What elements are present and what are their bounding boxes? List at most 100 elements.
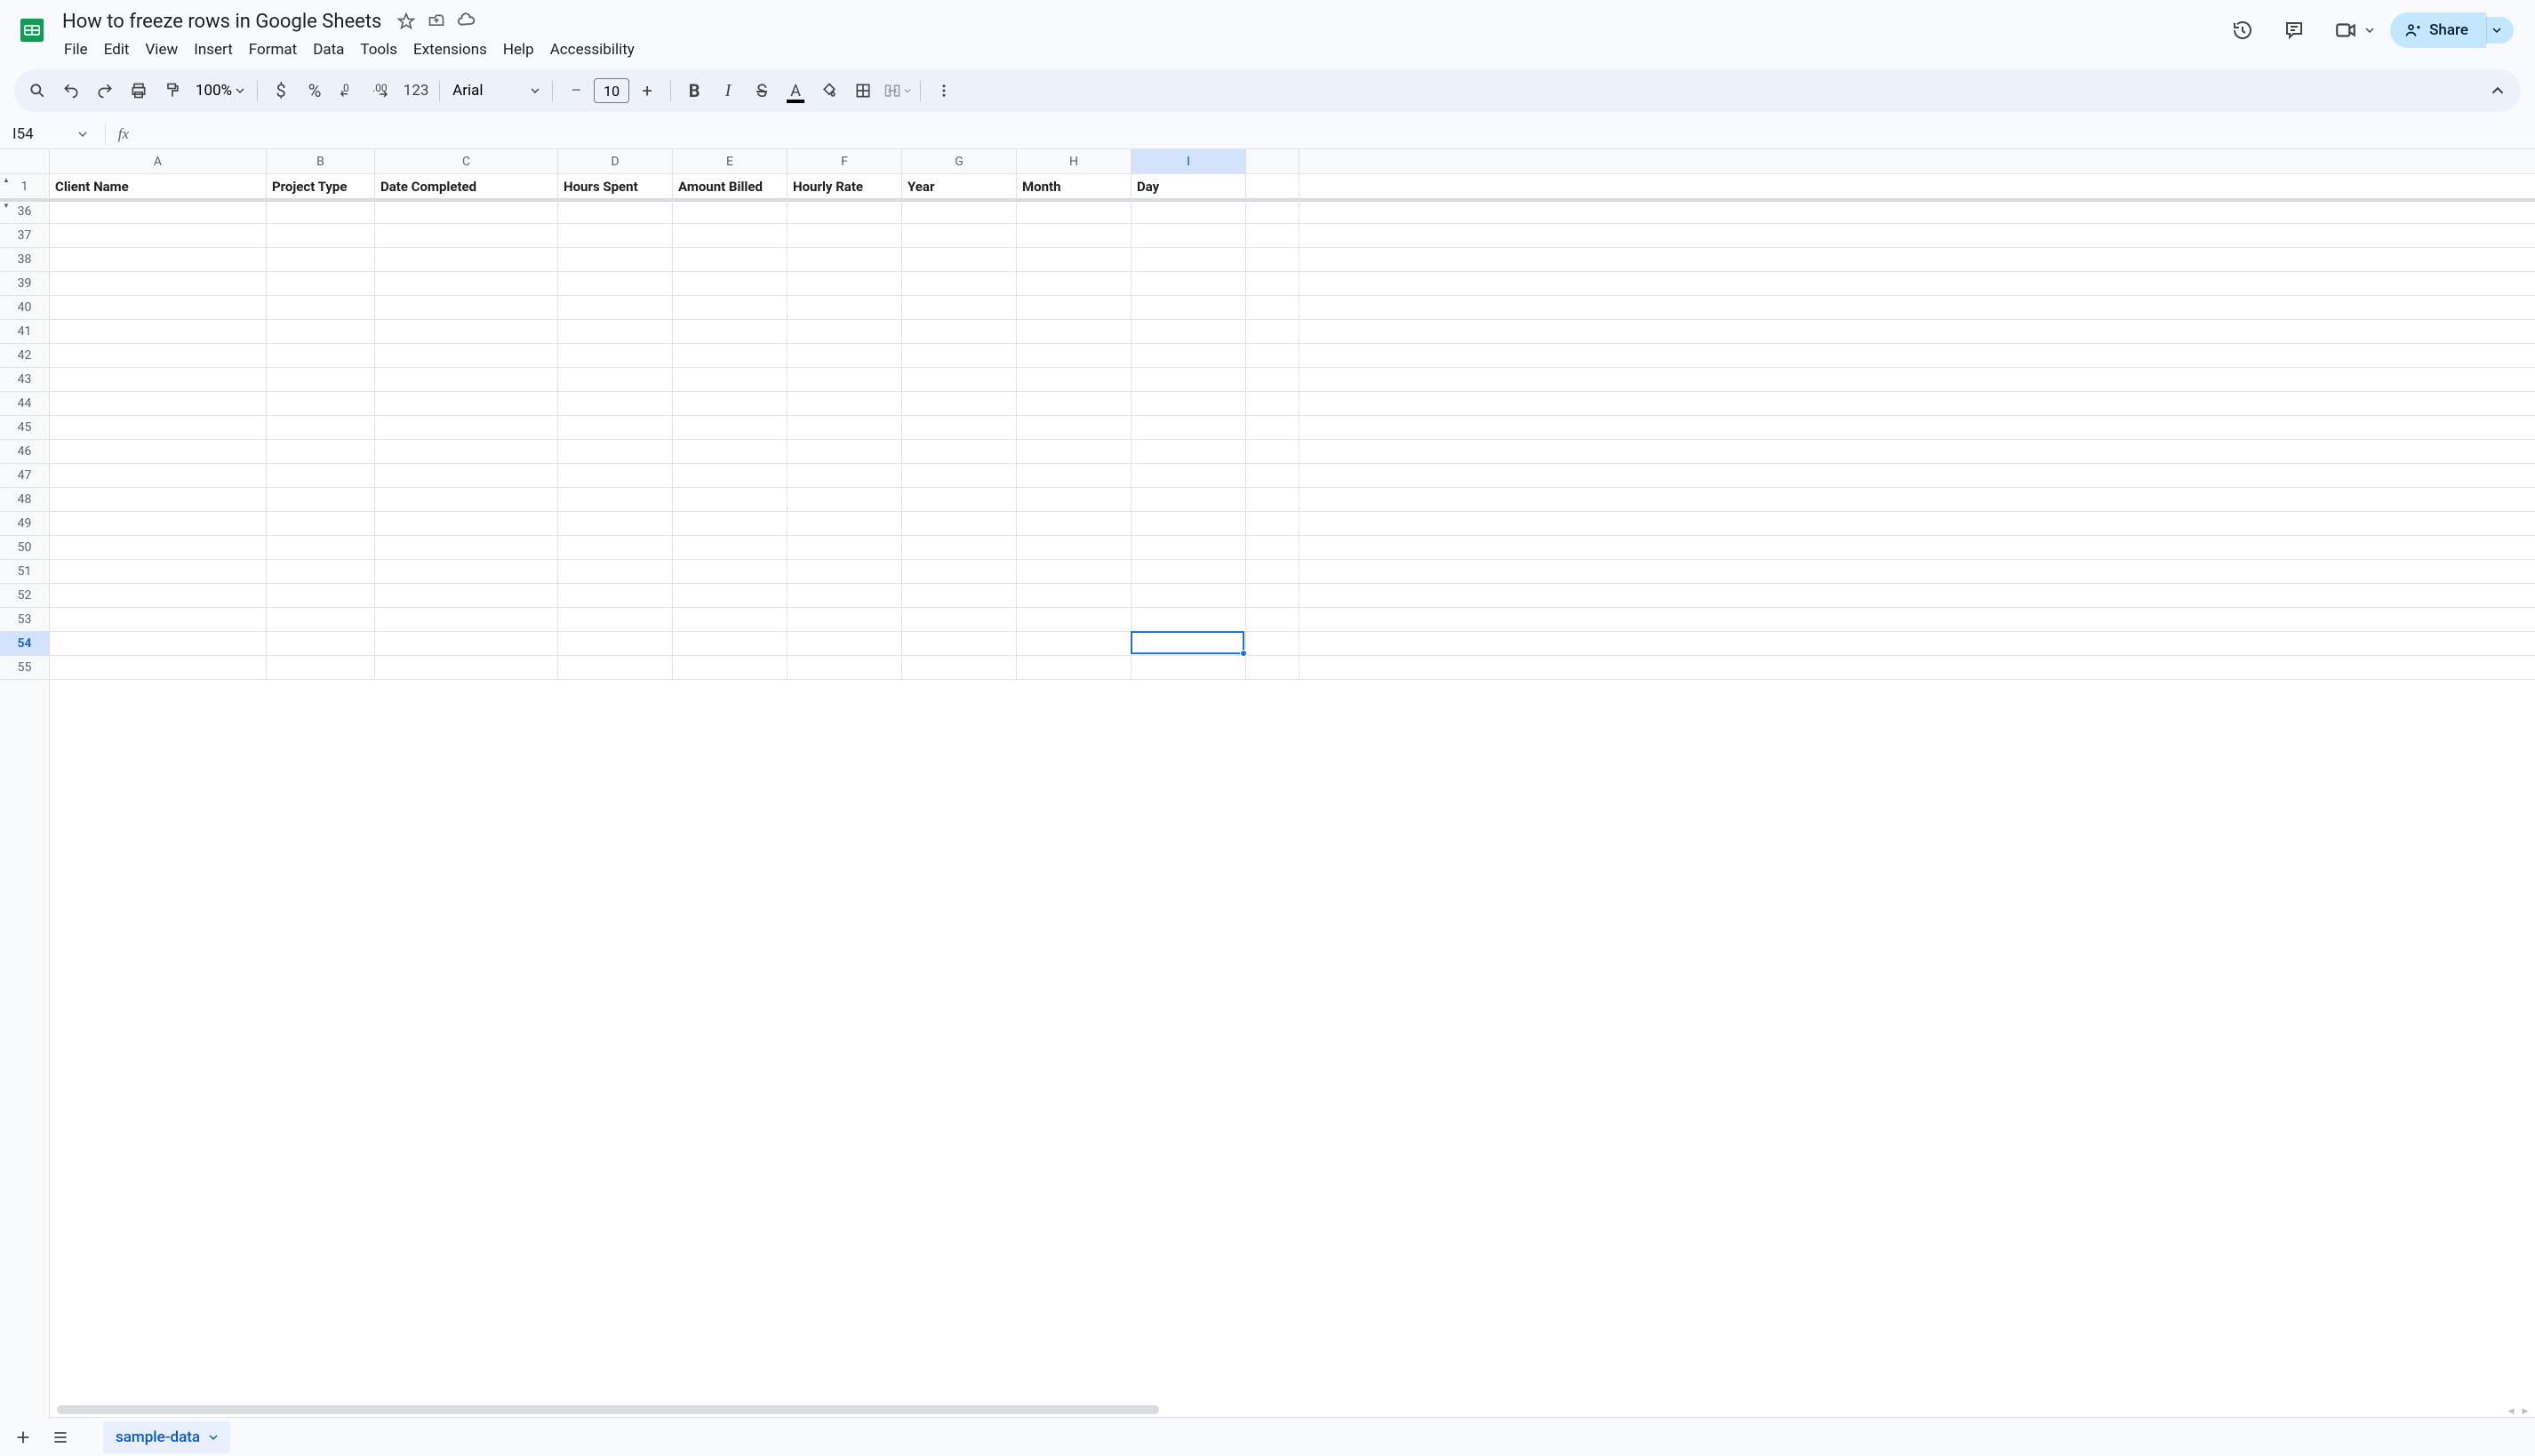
undo-icon[interactable] [55,75,87,107]
cell[interactable] [1132,440,1246,463]
cell[interactable] [1132,536,1246,559]
cell[interactable] [1132,368,1246,391]
cell[interactable] [267,392,375,415]
font-size-input[interactable] [594,78,629,103]
sheet-tab-menu-icon[interactable] [209,1433,218,1442]
cell[interactable] [902,344,1017,367]
cell[interactable] [1017,464,1132,487]
cell[interactable] [50,560,267,583]
cell[interactable] [375,200,558,223]
cell[interactable] [902,248,1017,271]
name-box-dropdown-icon[interactable] [78,130,87,139]
cell[interactable] [673,368,788,391]
zoom-control[interactable]: 100% [190,82,250,100]
cell[interactable]: Year [902,174,1017,199]
cell[interactable] [788,416,902,439]
cell[interactable] [673,512,788,535]
cell[interactable] [673,200,788,223]
row-header[interactable]: 47 [0,464,49,488]
row-header[interactable]: 41 [0,320,49,344]
cell[interactable] [1017,224,1132,247]
cell[interactable] [558,248,673,271]
cell[interactable] [1246,344,1299,367]
cell[interactable] [375,536,558,559]
row-header-frozen[interactable]: ▲1 [0,174,49,200]
column-header[interactable]: A [50,149,267,173]
cell[interactable] [1132,248,1246,271]
cell[interactable] [673,272,788,295]
cell[interactable] [558,392,673,415]
cell[interactable] [788,608,902,631]
document-title[interactable]: How to freeze rows in Google Sheets [57,9,387,35]
cell[interactable] [50,392,267,415]
menu-edit[interactable]: Edit [97,37,137,62]
cell[interactable] [1132,344,1246,367]
cell[interactable] [673,656,788,679]
cell[interactable] [1017,200,1132,223]
cell[interactable] [267,464,375,487]
cell[interactable] [267,560,375,583]
cell[interactable] [50,536,267,559]
cell[interactable] [375,296,558,319]
row-header[interactable]: 53 [0,608,49,632]
cell[interactable] [788,488,902,511]
horizontal-scrollbar[interactable] [50,1404,2499,1415]
cell[interactable] [50,584,267,607]
borders-icon[interactable] [847,75,879,107]
menu-view[interactable]: View [138,37,185,62]
cell[interactable] [267,656,375,679]
cell[interactable] [50,344,267,367]
cell[interactable] [50,368,267,391]
cell[interactable] [1246,632,1299,655]
cell[interactable] [1246,368,1299,391]
cell[interactable] [902,560,1017,583]
cell[interactable] [902,656,1017,679]
cell[interactable] [1017,296,1132,319]
cell[interactable]: Hourly Rate [788,174,902,199]
cell[interactable] [375,440,558,463]
cell[interactable] [1132,296,1246,319]
cell[interactable] [1246,656,1299,679]
currency-icon[interactable]: $ [265,75,297,107]
font-family-select[interactable]: Arial [447,82,545,100]
cell[interactable] [267,584,375,607]
cell[interactable] [1246,248,1299,271]
cell[interactable]: Project Type [267,174,375,199]
cell[interactable] [1246,272,1299,295]
cell[interactable] [788,392,902,415]
cell[interactable] [50,656,267,679]
cell[interactable] [902,368,1017,391]
cell[interactable] [1017,608,1132,631]
cell[interactable] [788,560,902,583]
cell[interactable] [558,632,673,655]
move-icon[interactable] [426,11,447,32]
cell[interactable] [1017,440,1132,463]
text-color-icon[interactable]: A [780,75,812,107]
cell[interactable] [902,320,1017,343]
row-header[interactable]: 43 [0,368,49,392]
cell[interactable] [267,440,375,463]
cell[interactable] [902,536,1017,559]
cell[interactable] [1246,440,1299,463]
column-header[interactable]: E [673,149,788,173]
percent-icon[interactable]: % [299,75,331,107]
cell[interactable] [375,368,558,391]
cell[interactable] [558,560,673,583]
cell[interactable] [1246,224,1299,247]
cell[interactable] [1017,248,1132,271]
bold-icon[interactable]: B [678,75,710,107]
name-box[interactable]: I54 [12,125,98,143]
cell[interactable] [375,224,558,247]
cell[interactable] [1132,584,1246,607]
cell[interactable] [902,632,1017,655]
cell[interactable] [1132,656,1246,679]
cell[interactable] [1132,200,1246,223]
cell[interactable] [673,608,788,631]
cell[interactable] [558,200,673,223]
cell[interactable] [788,584,902,607]
cell[interactable] [1246,608,1299,631]
cell[interactable] [1246,464,1299,487]
paint-format-icon[interactable] [156,75,188,107]
menu-extensions[interactable]: Extensions [406,37,494,62]
star-icon[interactable] [396,11,417,32]
